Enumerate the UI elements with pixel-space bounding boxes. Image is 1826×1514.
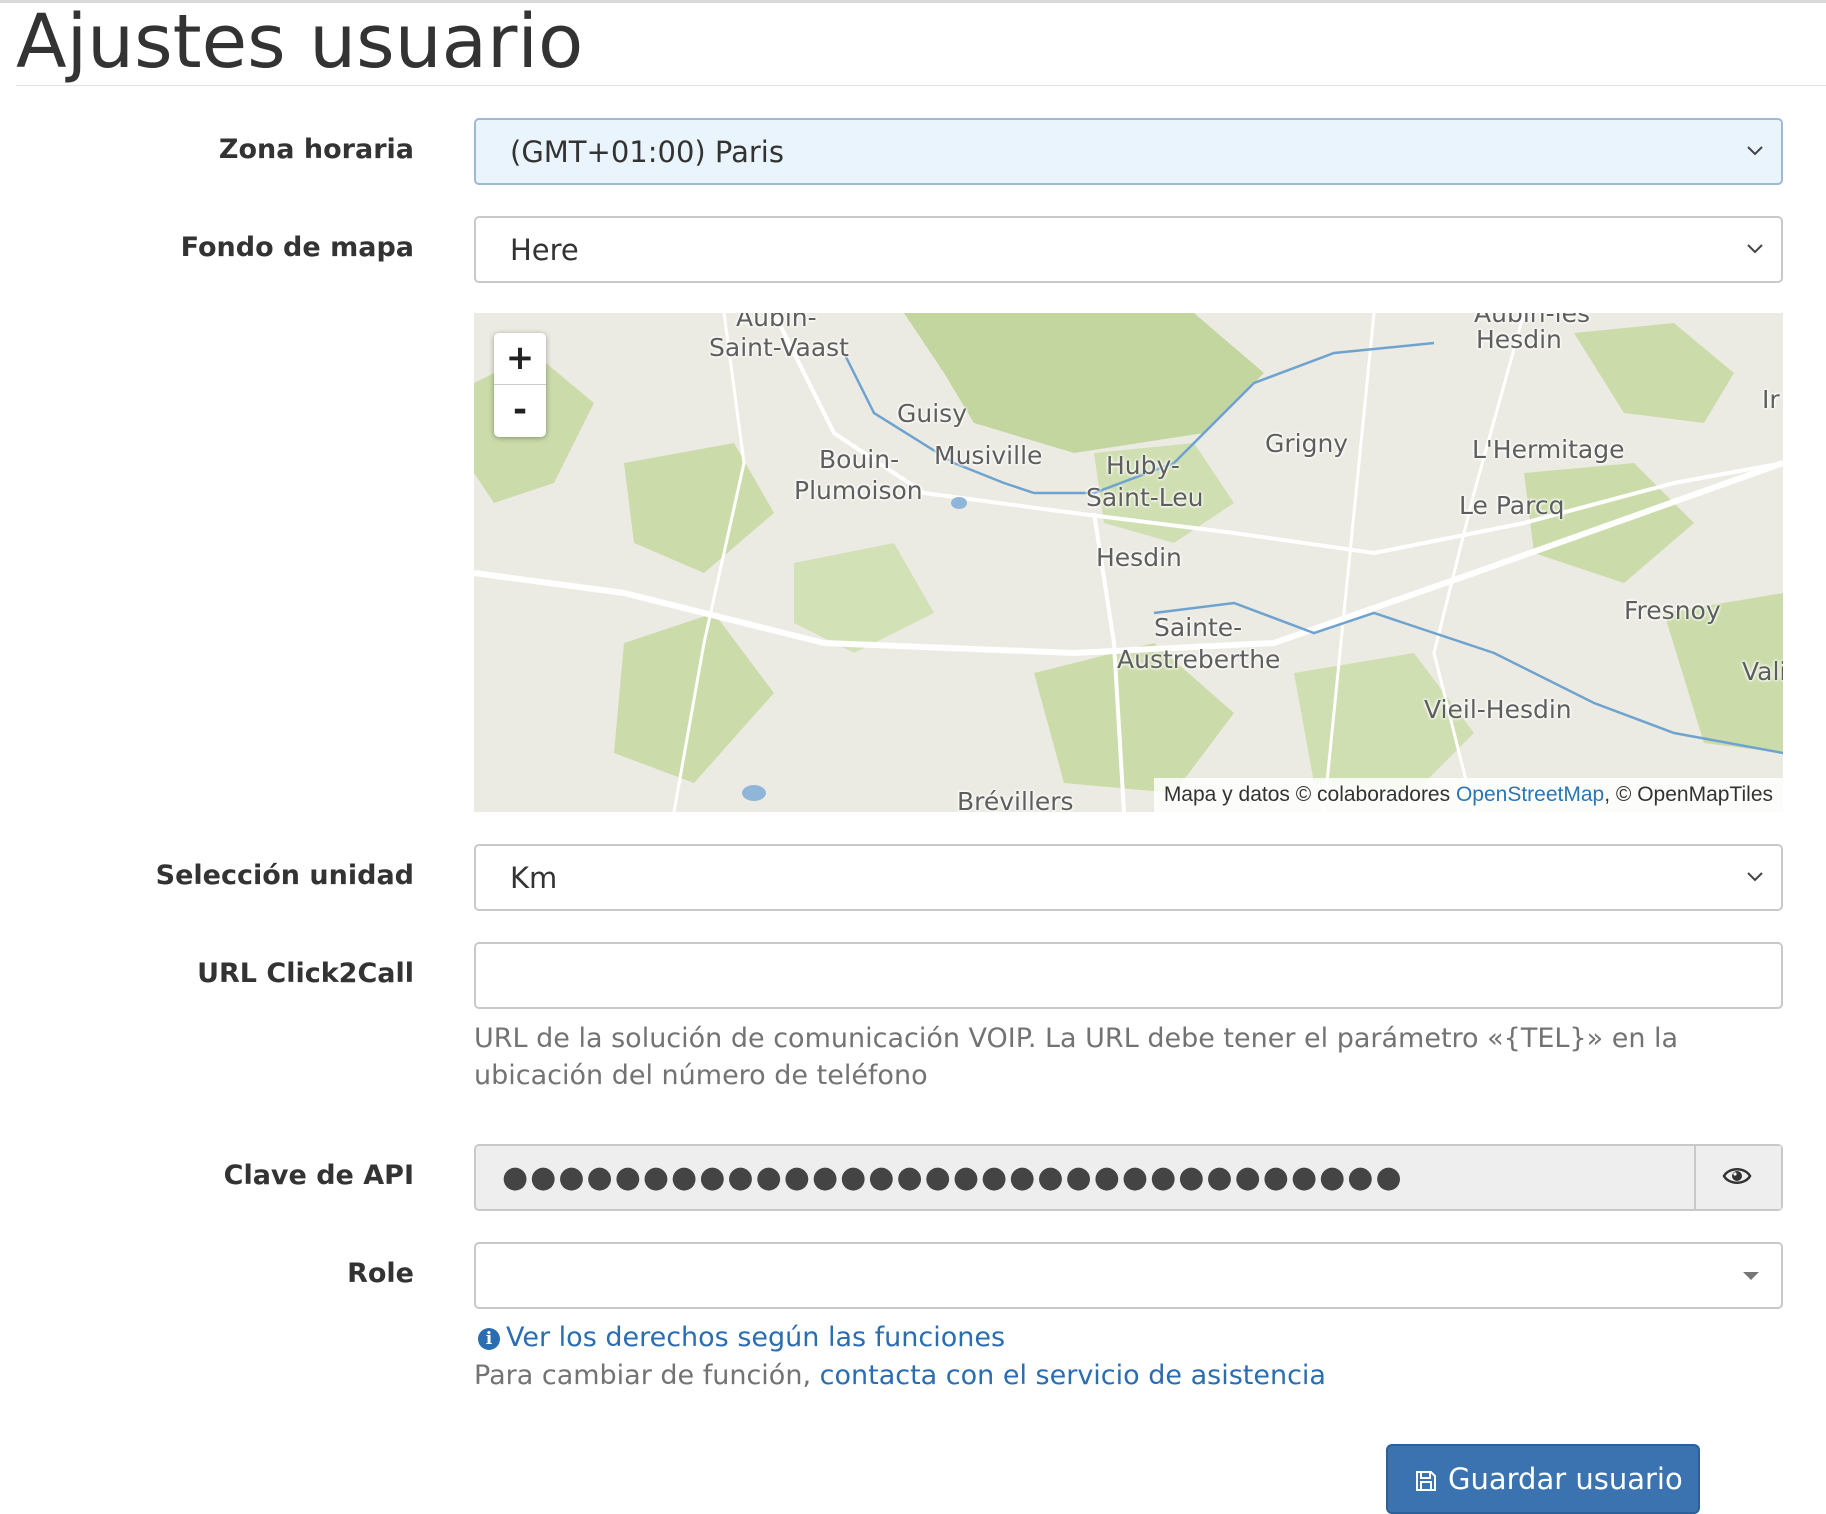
page-title: Ajustes usuario bbox=[16, 0, 584, 85]
caret-down-icon bbox=[1743, 1272, 1759, 1280]
unit-value: Km bbox=[510, 861, 558, 895]
map-place-label: Vieil-Hesdin bbox=[1424, 695, 1572, 724]
timezone-select[interactable]: (GMT+01:00) Paris bbox=[474, 118, 1783, 185]
map-place-label: Fresnoy bbox=[1624, 596, 1721, 625]
role-label: Role bbox=[347, 1258, 414, 1289]
map-place-label: Sainte- bbox=[1154, 613, 1243, 642]
unit-label: Selección unidad bbox=[155, 860, 414, 891]
map-place-label: Guisy bbox=[897, 399, 967, 428]
timezone-value: (GMT+01:00) Paris bbox=[510, 135, 784, 169]
map-place-label: Aubin- bbox=[736, 313, 817, 332]
map-place-label: Saint-Vaast bbox=[709, 333, 849, 362]
zoom-out-button[interactable]: - bbox=[494, 384, 546, 436]
change-role-text: Para cambiar de función, bbox=[474, 1360, 812, 1391]
zoom-in-button[interactable]: + bbox=[494, 333, 546, 384]
map-zoom-control: + - bbox=[494, 333, 546, 437]
openstreetmap-link[interactable]: OpenStreetMap bbox=[1456, 783, 1604, 806]
map-attribution: Mapa y datos © colaboradores OpenStreetM… bbox=[1153, 778, 1783, 812]
map-place-label: Plumoison bbox=[794, 476, 923, 505]
attribution-suffix: , © OpenMapTiles bbox=[1604, 783, 1773, 806]
map-background-label: Fondo de mapa bbox=[180, 232, 414, 263]
info-icon: i bbox=[478, 1328, 500, 1350]
contact-support-link[interactable]: contacta con el servicio de asistencia bbox=[820, 1360, 1326, 1391]
api-key-label: Clave de API bbox=[223, 1160, 414, 1191]
save-icon bbox=[1416, 1471, 1436, 1491]
map-place-label: Ir bbox=[1762, 385, 1780, 414]
map-background-select[interactable]: Here bbox=[474, 216, 1783, 283]
map-place-label: Austreberthe bbox=[1117, 645, 1281, 674]
map-preview[interactable]: Aubin- Saint-Vaast Aubin-les Hesdin Guis… bbox=[474, 313, 1783, 812]
map-background-value: Here bbox=[510, 233, 579, 267]
map-place-label: Le Parcq bbox=[1459, 491, 1565, 520]
chevron-down-icon bbox=[1747, 244, 1763, 254]
map-place-label: L'Hermitage bbox=[1472, 435, 1625, 464]
api-key-field: ●●●●●●●●●●●●●●●●●●●●●●●●●●●●●●●● bbox=[474, 1144, 1783, 1211]
chevron-down-icon bbox=[1747, 872, 1763, 882]
map-place-label: Bouin- bbox=[819, 445, 900, 474]
map-place-label: Grigny bbox=[1265, 429, 1349, 458]
view-rights-link[interactable]: i Ver los derechos según las funciones bbox=[478, 1320, 1005, 1356]
click2call-help-text: URL de la solución de comunicación VOIP.… bbox=[474, 1023, 1679, 1091]
click2call-input[interactable] bbox=[474, 942, 1783, 1009]
chevron-down-icon bbox=[1747, 146, 1763, 156]
role-select[interactable] bbox=[474, 1242, 1783, 1309]
title-divider bbox=[16, 85, 1826, 86]
map-place-label: Hesdin bbox=[1476, 325, 1562, 354]
show-api-key-button[interactable] bbox=[1694, 1146, 1781, 1209]
api-key-masked-value: ●●●●●●●●●●●●●●●●●●●●●●●●●●●●●●●● bbox=[502, 1160, 1404, 1195]
map-place-label: Saint-Leu bbox=[1086, 483, 1204, 512]
map-place-label: Hesdin bbox=[1096, 543, 1182, 572]
click2call-label: URL Click2Call bbox=[197, 958, 414, 989]
map-place-label: Musiville bbox=[934, 441, 1043, 470]
attribution-text: Mapa y datos © colaboradores bbox=[1163, 783, 1451, 806]
save-user-button-label: Guardar usuario bbox=[1448, 1462, 1683, 1496]
timezone-label: Zona horaria bbox=[218, 134, 414, 165]
view-rights-link-text: Ver los derechos según las funciones bbox=[506, 1322, 1006, 1353]
change-role-text-block: Para cambiar de función, contacta con el… bbox=[474, 1358, 1326, 1394]
map-place-label: Huby- bbox=[1106, 451, 1180, 480]
map-place-label: Brévillers bbox=[957, 787, 1074, 812]
save-user-button[interactable]: Guardar usuario bbox=[1386, 1444, 1700, 1514]
eye-icon bbox=[1722, 1168, 1752, 1184]
map-place-label: Vali bbox=[1742, 657, 1783, 686]
unit-select[interactable]: Km bbox=[474, 844, 1783, 911]
